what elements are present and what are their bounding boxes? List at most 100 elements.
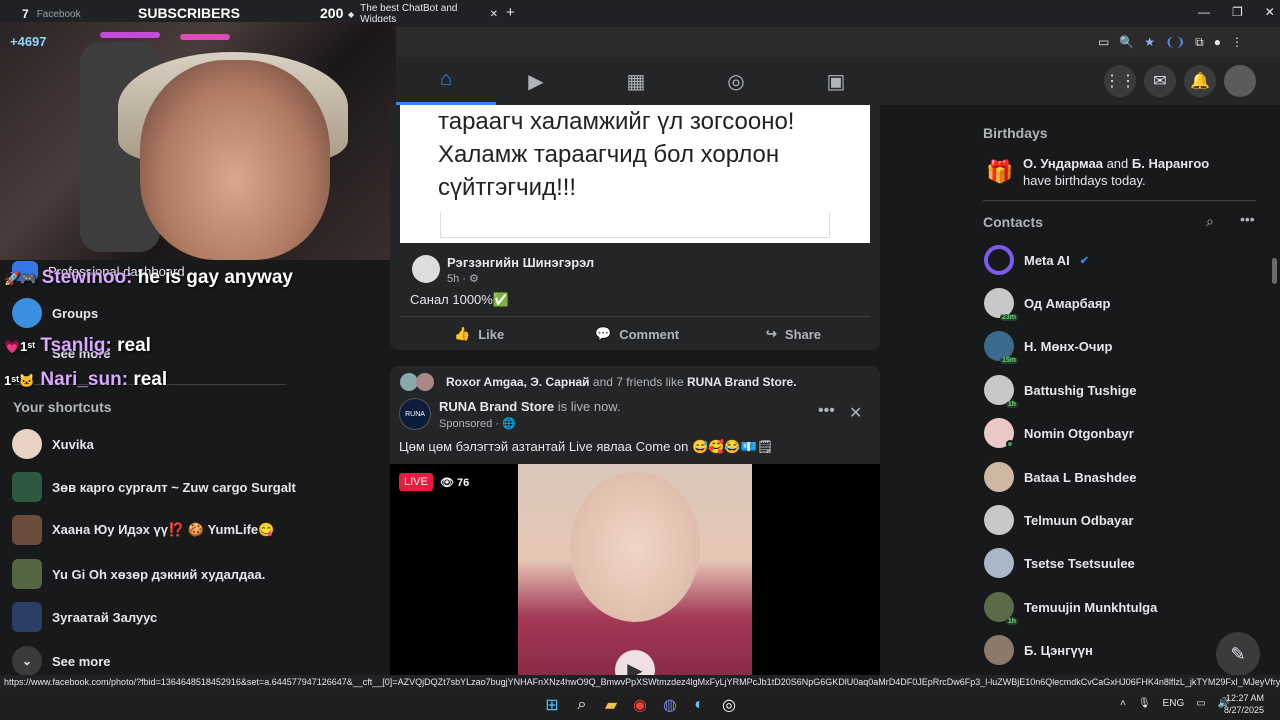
- see-more-label: See more: [52, 653, 111, 669]
- contact-item[interactable]: 15m Н. Мөнх-Очир: [984, 331, 1113, 364]
- shortcut-item[interactable]: Хаана Юу Идэх үү⁉️ 🍪 YumLife😋: [12, 515, 274, 545]
- live-video[interactable]: ▶ LIVE 👁 76: [390, 464, 880, 676]
- live-now-text: is live now.: [557, 399, 621, 414]
- more-options-icon[interactable]: •••: [818, 402, 835, 420]
- menu-icon[interactable]: ⋮: [1231, 35, 1243, 50]
- tab-chatbot[interactable]: ◆ The best ChatBot and Widgets ✕: [348, 3, 498, 25]
- comment-button[interactable]: 💬 Comment: [595, 326, 679, 342]
- subscribers-label: SUBSCRIBERS: [138, 5, 240, 21]
- post-body: Санал 1000%✅: [410, 292, 510, 307]
- shortcut-label: Yu Gi Oh хөзөр дэкний худалдаа.: [52, 566, 266, 582]
- sidebar-item-label: Groups: [52, 305, 99, 321]
- chat-username: Stewinoo:: [41, 267, 133, 288]
- close-window-icon[interactable]: ✕: [1265, 5, 1275, 19]
- clock[interactable]: 12:27 AM 8/27/2025: [1224, 692, 1264, 716]
- avatar: [12, 429, 42, 459]
- friend-names[interactable]: Roxor Amgaa, Э. Сарнай: [446, 375, 590, 389]
- file-explorer-icon[interactable]: ▰: [601, 695, 621, 715]
- language-indicator[interactable]: ENG: [1163, 698, 1185, 709]
- shortcut-item[interactable]: Xuvika: [12, 429, 94, 459]
- shortcut-item[interactable]: Yu Gi Oh хөзөр дэкний худалдаа.: [12, 559, 265, 589]
- chrome-icon[interactable]: ◉: [630, 695, 650, 715]
- shortcuts-heading: Your shortcuts: [13, 399, 112, 415]
- shortcut-label: Xuvika: [52, 436, 94, 452]
- contact-item[interactable]: 23m Од Амарбаяр: [984, 288, 1110, 321]
- birthday-and: and: [1106, 156, 1129, 171]
- stream-chat-line: 🚀🎮 Stewinoo: he is gay anyway: [4, 267, 293, 289]
- subscribers-value: 200: [320, 5, 344, 21]
- puzzle-icon[interactable]: ⧉: [1195, 35, 1204, 50]
- chevron-up-icon[interactable]: ˄: [1120, 698, 1126, 709]
- page-name[interactable]: RUNA Brand Store: [439, 399, 554, 414]
- contact-item[interactable]: Nomin Otgonbayr: [984, 418, 1134, 448]
- contact-item[interactable]: Bataa L Bnashdee: [984, 462, 1136, 492]
- chatbot-tab-icon: ◆: [348, 9, 355, 19]
- stream-chat-line: 1ˢᵗ🐱 Nari_sun: real: [4, 369, 167, 391]
- post-author[interactable]: Рэгзэнгийн Шинэгэрэл: [447, 255, 594, 270]
- zoom-icon[interactable]: 🔍: [1119, 35, 1134, 50]
- shortcut-item[interactable]: Зөв карго сургалт ~ Zuw cargo Surgalt: [12, 472, 296, 502]
- network-icon[interactable]: ▭: [1196, 698, 1205, 709]
- like-button[interactable]: 👍 Like: [454, 326, 504, 342]
- obs-icon[interactable]: ◎: [719, 695, 739, 715]
- new-tab-button[interactable]: +: [506, 4, 515, 21]
- contact-item[interactable]: Meta AI ✔: [984, 245, 1089, 275]
- star-icon[interactable]: ★: [1144, 35, 1155, 50]
- post-image[interactable]: тараагч халамжийг үл зогсооно! Халамж та…: [400, 105, 870, 243]
- contact-name: Н. Мөнх-Очир: [1024, 338, 1113, 354]
- contact-item[interactable]: Tsetse Tsetsuulee: [984, 548, 1135, 578]
- streak-counter: +4697: [10, 34, 47, 49]
- share-button[interactable]: ↪ Share: [766, 326, 821, 342]
- contact-name: Meta AI: [1024, 252, 1070, 268]
- friend-avatars: [400, 373, 436, 391]
- search-icon[interactable]: ⌕: [1206, 213, 1214, 230]
- see-more-button[interactable]: ⌄ See more: [12, 646, 111, 676]
- windows-start-icon[interactable]: ⊞: [542, 695, 562, 715]
- search-icon[interactable]: ⌕: [572, 695, 592, 715]
- birthday-text[interactable]: О. Ундармаа and Б. Нарангоо have birthda…: [1023, 155, 1223, 189]
- last-active-badge: 23m: [999, 314, 1018, 321]
- sidebar-item-groups[interactable]: Groups: [12, 298, 98, 328]
- more-options-icon[interactable]: •••: [1240, 211, 1255, 227]
- webcam-overlay: +4697: [0, 22, 396, 260]
- contact-item[interactable]: 1h Temuujin Munkhtulga: [984, 592, 1157, 625]
- discord-icon[interactable]: ◍: [660, 695, 680, 715]
- avatar: [984, 635, 1014, 665]
- profile-avatar[interactable]: [1224, 65, 1256, 97]
- chat-username: Nari_sun:: [40, 369, 129, 390]
- home-icon[interactable]: ⌂: [396, 57, 496, 105]
- viewer-count: 👁 76: [440, 476, 469, 489]
- notifications-icon[interactable]: 🔔: [1184, 65, 1216, 97]
- close-post-icon[interactable]: ✕: [849, 403, 862, 423]
- menu-grid-icon[interactable]: ⋮⋮: [1104, 65, 1136, 97]
- extension-icon[interactable]: ❨❩: [1165, 35, 1185, 50]
- windows-taskbar: ⊞ ⌕ ▰ ◉ ◍ ◐ ◎ ˄ 🎙 ENG ▭ 🔊 12:27 AM 8/27/…: [0, 689, 1280, 720]
- page-logo[interactable]: RUNA: [399, 398, 431, 430]
- live-badge: LIVE: [399, 473, 433, 491]
- messenger-icon[interactable]: ✉: [1144, 65, 1176, 97]
- new-message-icon[interactable]: ✎: [1216, 632, 1260, 676]
- video-icon[interactable]: ▶: [486, 57, 586, 105]
- close-icon[interactable]: ✕: [490, 9, 498, 20]
- like-icon: 👍: [454, 326, 471, 341]
- restore-icon[interactable]: ❐: [1232, 5, 1243, 19]
- groups-nav-icon[interactable]: ◎: [686, 57, 786, 105]
- play-icon[interactable]: ▶: [615, 650, 655, 676]
- mic-icon[interactable]: 🎙: [1138, 698, 1151, 709]
- avatar[interactable]: [412, 255, 440, 283]
- scrollbar-thumb[interactable]: [1272, 258, 1277, 284]
- shortcut-item[interactable]: Зугаатай Залуус: [12, 602, 157, 632]
- liked-page[interactable]: RUNA Brand Store.: [687, 375, 797, 389]
- birthday-name: О. Ундармаа: [1023, 156, 1103, 171]
- contact-item[interactable]: Б. Цэнгүүн: [984, 635, 1093, 665]
- sponsored-label: Sponsored · 🌐: [439, 418, 516, 430]
- profile-icon[interactable]: ●: [1214, 35, 1221, 50]
- cast-icon[interactable]: ▭: [1098, 35, 1109, 50]
- like-label: Like: [478, 326, 505, 342]
- contact-item[interactable]: Telmuun Odbayar: [984, 505, 1134, 535]
- gaming-icon[interactable]: ▣: [786, 57, 886, 105]
- minimize-icon[interactable]: —: [1198, 5, 1210, 19]
- marketplace-icon[interactable]: ▦: [586, 57, 686, 105]
- contact-item[interactable]: 1h Battushig Tushige: [984, 375, 1136, 408]
- steam-icon[interactable]: ◐: [689, 695, 709, 715]
